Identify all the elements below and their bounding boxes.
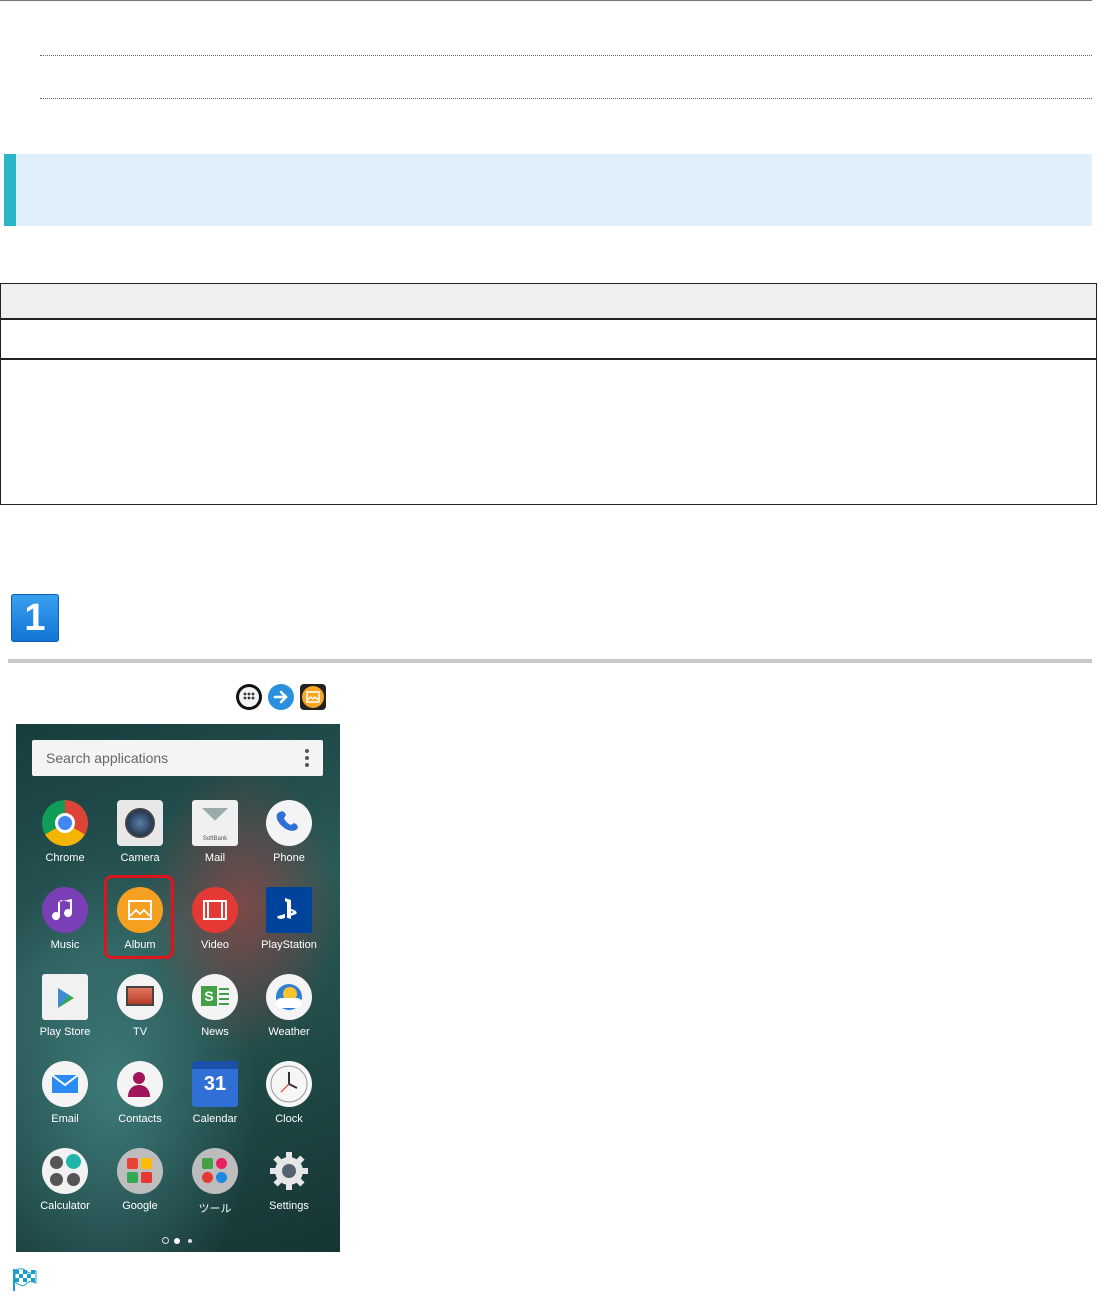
gear-icon — [266, 1148, 312, 1194]
app-label: Camera — [120, 852, 160, 864]
info-box — [4, 154, 1092, 226]
app-music[interactable]: Music — [28, 887, 102, 951]
app-camera[interactable]: Camera — [103, 800, 177, 864]
app-label: Video — [201, 939, 229, 951]
app-mail[interactable]: SoftBank Mail — [178, 800, 252, 864]
play-store-icon — [42, 974, 88, 1020]
app-weather[interactable]: Weather — [252, 974, 326, 1038]
app-label: ツール — [198, 1203, 232, 1215]
app-calculator[interactable]: Calculator — [28, 1148, 102, 1212]
page-indicator-active — [174, 1238, 180, 1244]
mail-icon: SoftBank — [192, 800, 238, 846]
app-news[interactable]: S News — [178, 974, 252, 1038]
step-divider — [8, 659, 1092, 663]
app-tools[interactable]: ツール — [178, 1148, 252, 1216]
film-icon — [192, 887, 238, 933]
search-applications-bar[interactable]: Search applications — [32, 740, 323, 776]
calculator-icon — [42, 1148, 88, 1194]
app-playstation[interactable]: PlayStation — [252, 887, 326, 951]
dotted-divider — [40, 55, 1092, 56]
app-clock[interactable]: Clock — [252, 1061, 326, 1125]
app-label: Weather — [268, 1026, 310, 1038]
app-email[interactable]: Email — [28, 1061, 102, 1125]
page-indicator-dot — [188, 1239, 192, 1243]
calendar-day-number: 31 — [203, 1073, 227, 1095]
contact-person-icon — [117, 1061, 163, 1107]
app-label: Email — [51, 1113, 79, 1125]
weather-icon — [266, 974, 312, 1020]
app-label: Mail — [204, 852, 226, 864]
phone-icon — [266, 800, 312, 846]
app-label: Calculator — [40, 1200, 90, 1212]
app-label: PlayStation — [261, 939, 317, 951]
app-chrome[interactable]: Chrome — [28, 800, 102, 864]
app-label: Calendar — [192, 1113, 238, 1125]
more-options-icon[interactable] — [305, 749, 309, 767]
app-label: Music — [50, 939, 80, 951]
app-label: Chrome — [45, 852, 85, 864]
dotted-divider — [40, 98, 1092, 99]
chrome-icon — [42, 800, 88, 846]
info-table — [0, 283, 1097, 505]
table-row — [1, 320, 1096, 360]
step-number-badge: 1 — [11, 594, 59, 642]
search-placeholder: Search applications — [46, 750, 169, 766]
envelope-icon — [42, 1061, 88, 1107]
app-phone[interactable]: Phone — [252, 800, 326, 864]
app-video[interactable]: Video — [178, 887, 252, 951]
info-accent-bar — [4, 154, 16, 226]
table-row — [1, 360, 1096, 504]
tools-folder-icon — [192, 1148, 238, 1194]
checkered-flag-icon — [12, 1266, 38, 1292]
softbank-label: SoftBank — [202, 836, 228, 842]
app-play-store[interactable]: Play Store — [28, 974, 102, 1038]
app-label: Google — [122, 1200, 158, 1212]
camera-icon — [117, 800, 163, 846]
album-small-icon — [300, 684, 326, 710]
app-label: Clock — [275, 1113, 303, 1125]
app-settings[interactable]: Settings — [252, 1148, 326, 1212]
app-contacts[interactable]: Contacts — [103, 1061, 177, 1125]
app-calendar[interactable]: 31 Calendar — [178, 1061, 252, 1125]
app-label: Contacts — [118, 1113, 162, 1125]
app-label: TV — [132, 1026, 148, 1038]
app-label: Settings — [269, 1200, 309, 1212]
news-icon: S — [192, 974, 238, 1020]
app-tv[interactable]: TV — [103, 974, 177, 1038]
app-label: Phone — [273, 852, 305, 864]
app-drawer-icon — [236, 684, 262, 710]
table-header — [1, 284, 1096, 320]
top-rule — [0, 0, 1092, 1]
search-page-icon — [162, 1237, 169, 1244]
clock-icon — [266, 1061, 312, 1107]
album-highlight-frame — [104, 875, 174, 959]
app-label: Play Store — [39, 1026, 91, 1038]
app-google[interactable]: Google — [103, 1148, 177, 1212]
calendar-icon: 31 — [192, 1061, 238, 1107]
tv-icon — [117, 974, 163, 1020]
arrow-right-icon — [268, 684, 294, 710]
playstation-icon — [266, 887, 312, 933]
google-folder-icon — [117, 1148, 163, 1194]
app-drawer-screenshot: Search applications Chrome Camera SoftBa… — [16, 724, 340, 1252]
music-note-icon — [42, 887, 88, 933]
app-label: News — [201, 1026, 229, 1038]
